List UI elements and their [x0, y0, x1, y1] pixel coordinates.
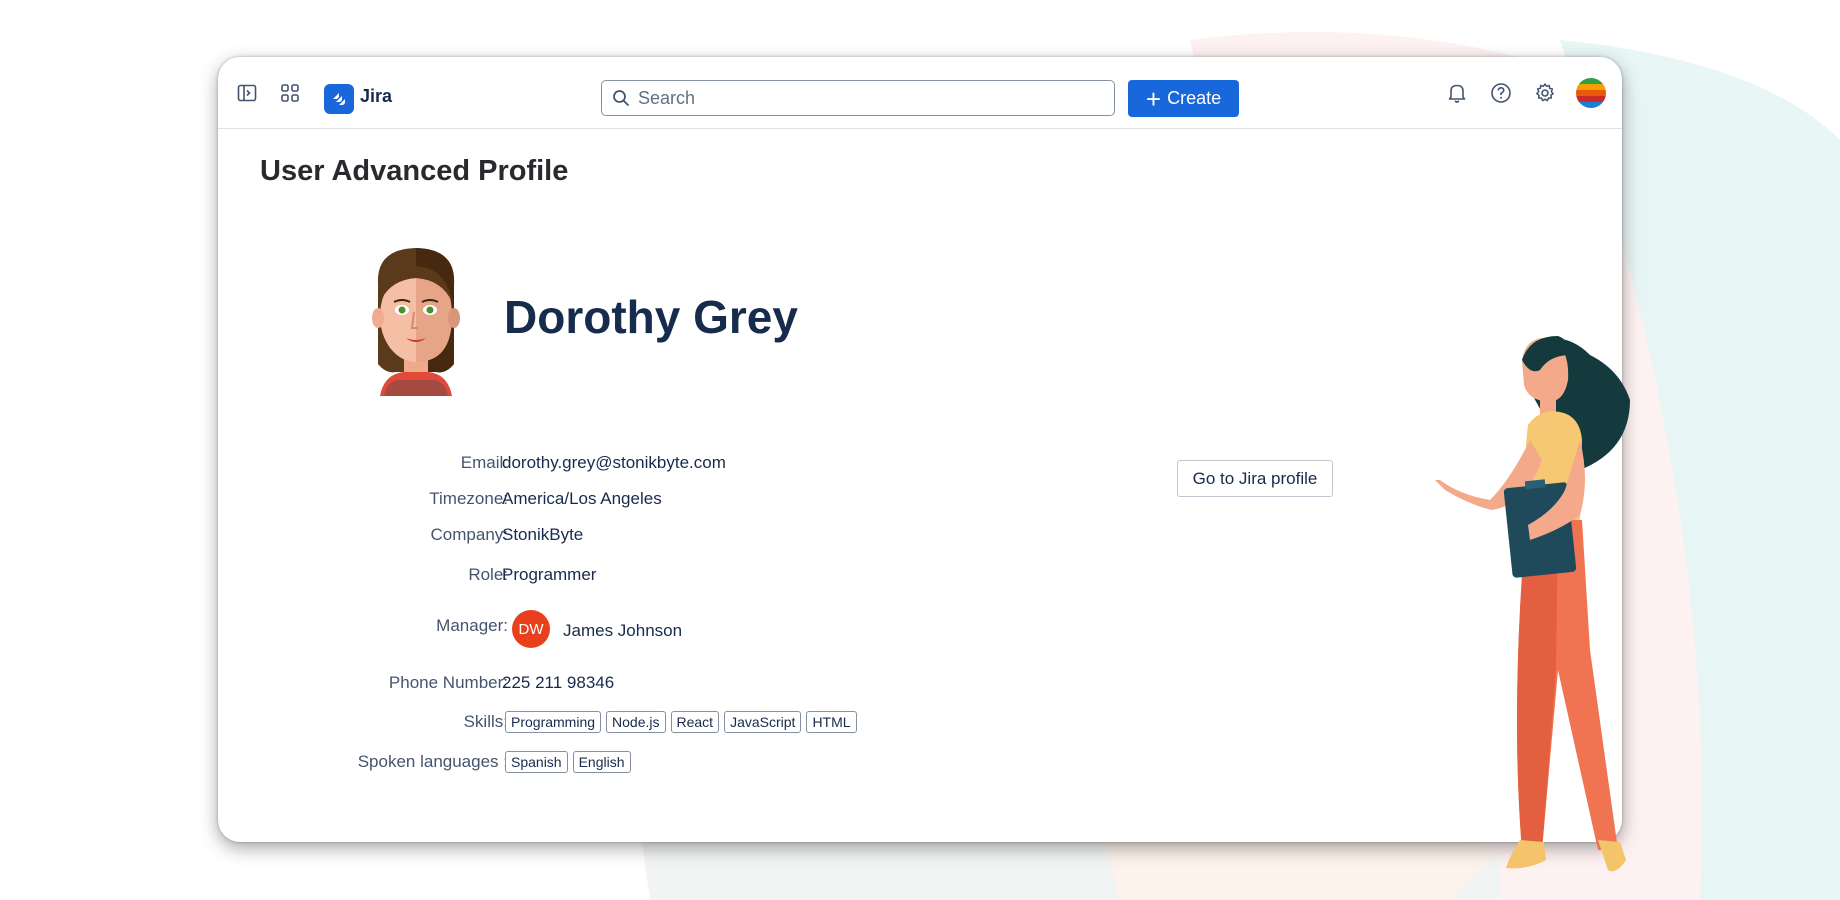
skills-tags: Programming Node.js React JavaScript HTM…: [505, 711, 857, 733]
languages-label: Spoken languages :: [357, 752, 508, 771]
company-label: Company:: [430, 525, 508, 544]
timezone-label: Timezone:: [429, 489, 508, 508]
manager-avatar[interactable]: DW: [512, 610, 550, 648]
phone-value: 225 211 98346: [502, 673, 615, 692]
jira-logo-icon[interactable]: [324, 84, 354, 114]
skill-tag: Programming: [505, 711, 602, 733]
app-name[interactable]: Jira: [360, 86, 392, 107]
app-window: Jira + Create: [218, 57, 1622, 842]
skill-tag: JavaScript: [724, 711, 802, 733]
company-value: StonikByte: [502, 525, 584, 544]
manager-label: Manager:: [436, 616, 508, 635]
timezone-value: America/Los Angeles: [502, 489, 662, 508]
top-navigation-bar: Jira + Create: [218, 57, 1622, 129]
email-value: dorothy.grey@stonikbyte.com: [502, 453, 726, 472]
skills-label: Skills:: [463, 712, 508, 731]
languages-tags: Spanish English: [505, 751, 631, 773]
create-button-label: Create: [1167, 88, 1222, 108]
manager-name[interactable]: James Johnson: [563, 621, 682, 641]
role-value: Programmer: [502, 565, 597, 584]
profile-avatar: [372, 248, 460, 396]
search-box[interactable]: [601, 80, 1115, 116]
phone-label: Phone Number:: [388, 673, 508, 692]
email-label: Email:: [460, 453, 508, 472]
create-button[interactable]: + Create: [1128, 80, 1239, 117]
user-avatar-icon[interactable]: [1573, 75, 1609, 111]
skill-tag: React: [670, 711, 720, 733]
go-to-jira-profile-button[interactable]: Go to Jira profile: [1177, 460, 1333, 497]
language-tag: Spanish: [505, 751, 568, 773]
page-title: User Advanced Profile: [260, 155, 569, 187]
search-icon: [612, 89, 630, 107]
settings-icon[interactable]: [1529, 77, 1561, 109]
help-icon[interactable]: [1485, 77, 1517, 109]
woman-illustration: [1435, 336, 1630, 872]
plus-icon: +: [1145, 83, 1162, 114]
search-input[interactable]: [636, 86, 1080, 110]
skill-tag: Node.js: [606, 711, 666, 733]
sidebar-toggle-icon[interactable]: [231, 77, 263, 109]
bell-icon[interactable]: [1441, 77, 1473, 109]
skill-tag: HTML: [806, 711, 857, 733]
language-tag: English: [572, 751, 631, 773]
app-switcher-icon[interactable]: [274, 77, 306, 109]
profile-name: Dorothy Grey: [504, 291, 798, 343]
